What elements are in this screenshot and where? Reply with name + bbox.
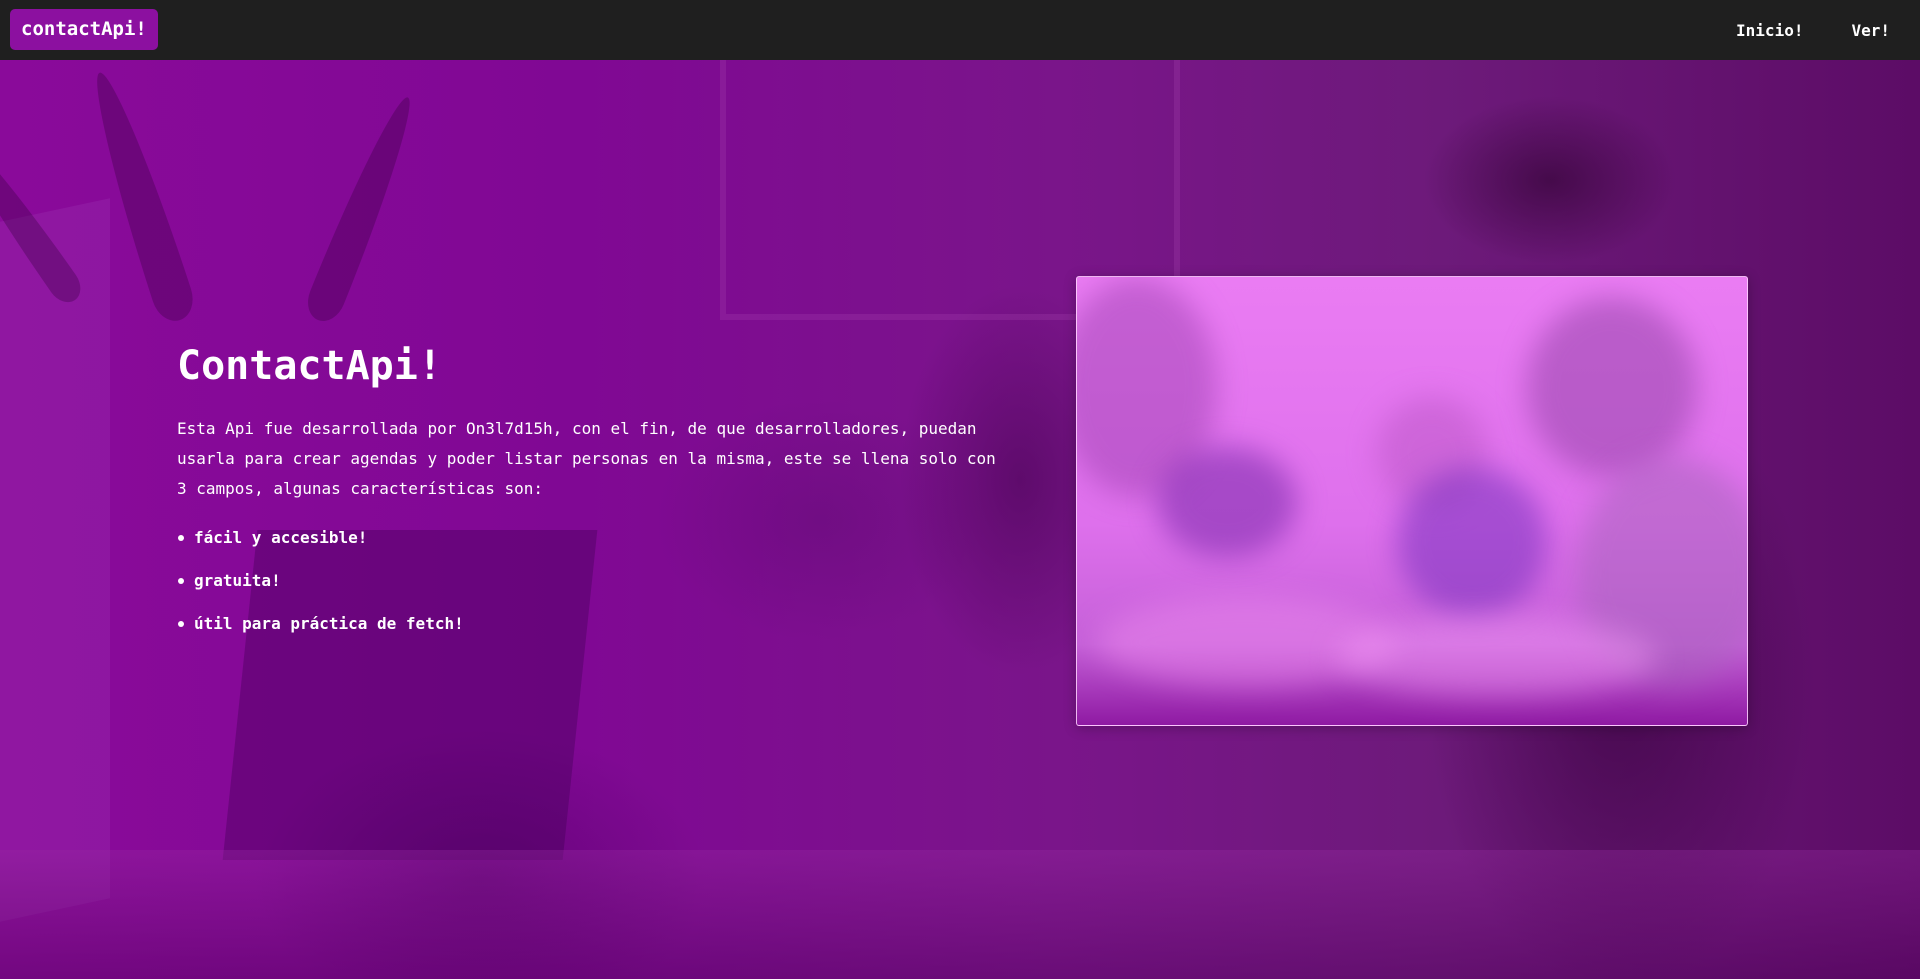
list-item: fácil y accesible! bbox=[177, 516, 1007, 559]
feature-text: gratuita! bbox=[194, 571, 281, 590]
nav-links: Inicio! Ver! bbox=[1736, 0, 1890, 60]
hero-blurred-image bbox=[1076, 276, 1748, 726]
image-blob bbox=[1527, 297, 1697, 477]
background-monitor bbox=[0, 198, 110, 922]
background-desk bbox=[0, 850, 1920, 979]
top-navbar: contactApi! Inicio! Ver! bbox=[0, 0, 1920, 60]
hero-section: ContactApi! Esta Api fue desarrollada po… bbox=[0, 60, 1920, 979]
hero-description: Esta Api fue desarrollada por On3l7d15h,… bbox=[177, 419, 996, 498]
nav-link-ver[interactable]: Ver! bbox=[1851, 21, 1890, 40]
image-blob bbox=[1157, 447, 1297, 557]
list-item: gratuita! bbox=[177, 559, 1007, 602]
bullet-icon bbox=[178, 621, 184, 627]
nav-link-inicio[interactable]: Inicio! bbox=[1736, 21, 1803, 40]
list-item: útil para práctica de fetch! bbox=[177, 602, 1007, 645]
background-plant-leaf bbox=[301, 90, 425, 327]
image-blob bbox=[1337, 617, 1657, 697]
bullet-icon bbox=[178, 535, 184, 541]
feature-text: fácil y accesible! bbox=[194, 528, 368, 547]
image-blob bbox=[1397, 467, 1547, 617]
bullet-icon bbox=[178, 578, 184, 584]
feature-text: útil para práctica de fetch! bbox=[194, 614, 464, 633]
page-title: ContactApi! bbox=[177, 343, 442, 389]
hero-content: ContactApi! Esta Api fue desarrollada po… bbox=[177, 340, 1007, 645]
brand-logo-button[interactable]: contactApi! bbox=[10, 9, 158, 50]
feature-list: fácil y accesible! gratuita! útil para p… bbox=[177, 516, 1007, 645]
